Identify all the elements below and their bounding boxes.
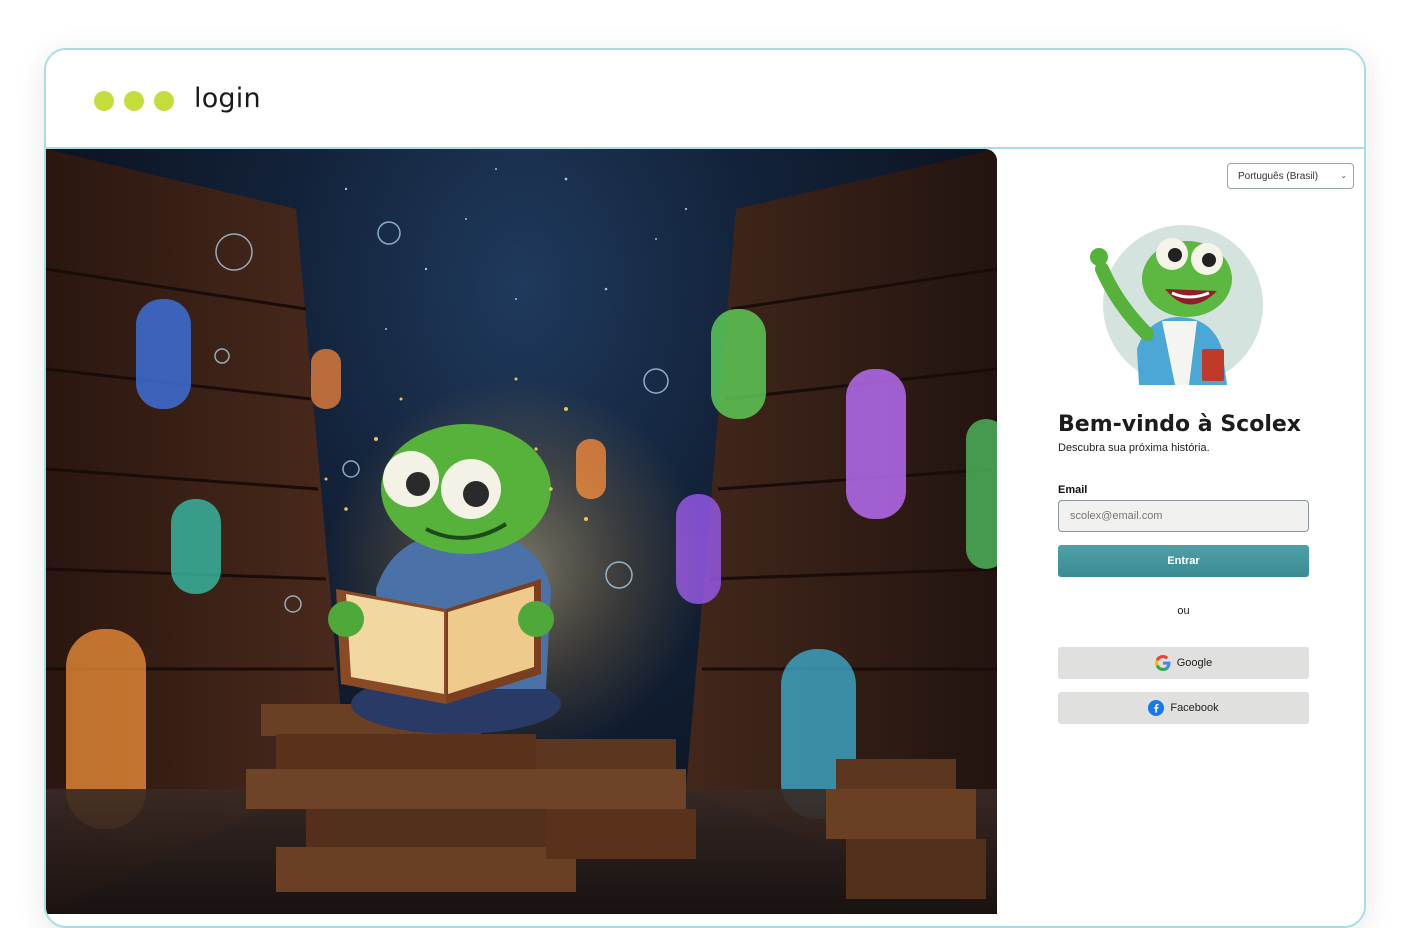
google-login-button[interactable]: Google — [1058, 647, 1309, 679]
chameleon-mascot-avatar — [1090, 225, 1263, 385]
browser-window: login Português (Brasil) ⌄ Bem-vindo à S… — [44, 48, 1366, 928]
google-icon — [1154, 655, 1171, 671]
hero-illustration — [46, 149, 997, 914]
facebook-icon — [1148, 700, 1165, 716]
language-select-value: Português (Brasil) — [1238, 171, 1319, 182]
google-button-label: Google — [1176, 657, 1213, 669]
language-select[interactable]: Português (Brasil) ⌄ — [1227, 163, 1354, 189]
welcome-title: Bem-vindo à Scolex — [1058, 412, 1301, 437]
chevron-down-icon: ⌄ — [1340, 171, 1347, 180]
library-scene-image — [46, 149, 997, 914]
or-divider-text: ou — [1177, 605, 1190, 617]
window-dot-icon — [154, 91, 174, 111]
window-dot-icon — [94, 91, 114, 111]
email-label: Email — [1058, 484, 1088, 496]
email-field[interactable] — [1058, 500, 1309, 532]
window-title: login — [194, 83, 261, 114]
welcome-subtitle: Descubra sua próxima história. — [1058, 442, 1210, 454]
title-bar: login — [46, 50, 1364, 149]
facebook-button-label: Facebook — [1170, 702, 1219, 714]
facebook-login-button[interactable]: Facebook — [1058, 692, 1309, 724]
page-content: Português (Brasil) ⌄ Bem-vindo à Scolex … — [46, 149, 1364, 926]
login-button[interactable]: Entrar — [1058, 545, 1309, 577]
window-dot-icon — [124, 91, 144, 111]
login-panel: Português (Brasil) ⌄ Bem-vindo à Scolex … — [997, 159, 1364, 926]
